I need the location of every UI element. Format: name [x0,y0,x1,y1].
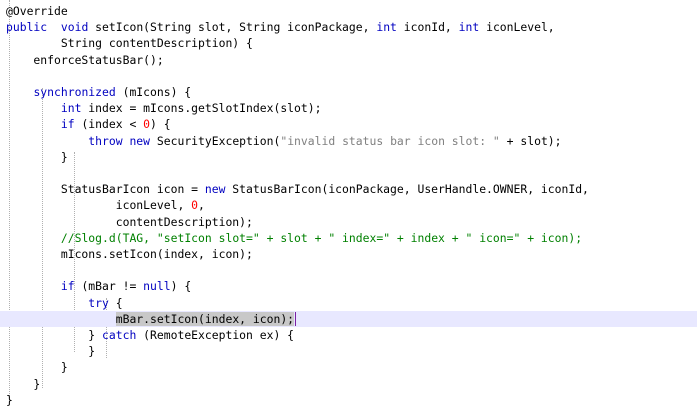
selected-code-token: mBar.setIcon(index, icon); [115,311,295,326]
code-line[interactable]: if (index < 0) { [0,116,697,132]
code-token: //Slog.d(TAG, "setIcon slot=" + slot + "… [60,230,583,245]
code-token: } [6,376,41,391]
code-token: int [376,20,397,35]
code-line[interactable]: @Override [0,3,697,19]
code-token: new [204,182,226,197]
code-token: mIcons.setIcon(index, icon); [6,247,253,261]
text-caret [295,312,297,327]
code-token: StatusBarIcon icon = [6,182,205,197]
code-token: enforceStatusBar(); [6,52,164,67]
code-token: String contentDescription) { [6,36,253,51]
code-token: int [60,101,82,116]
code-line[interactable]: public void setIcon(String slot, String … [0,19,697,35]
code-token: { [108,295,123,310]
code-token: + slot); [499,133,562,148]
code-line[interactable]: try { [0,295,697,311]
code-line[interactable]: mBar.setIcon(index, icon); [0,310,697,327]
code-token: , [198,198,205,213]
code-token: void [60,20,89,35]
code-line[interactable]: throw new SecurityException("invalid sta… [0,133,697,149]
code-token: ) { [170,279,192,294]
code-line[interactable]: int index = mIcons.getSlotIndex(slot); [0,100,697,116]
code-token: synchronized [33,85,116,99]
code-token: iconId, [396,20,459,35]
code-token: @Override [6,4,68,18]
code-token: (mIcons) { [115,85,192,99]
code-line[interactable]: String contentDescription) { [0,35,697,51]
code-token: if [60,117,75,132]
code-token: "invalid status bar icon slot: " [280,133,500,148]
code-line[interactable] [0,68,697,84]
code-token: catch [102,328,137,342]
code-token: (mBar != [74,279,144,294]
code-line[interactable]: } [0,149,697,165]
code-line[interactable]: contentDescription); [0,214,697,230]
code-token: index = mIcons.getSlotIndex(slot); [81,101,322,116]
code-token: (RemoteException ex) { [136,328,295,342]
code-token: if [60,279,75,294]
code-token: (index < [74,117,144,132]
code-token: SecurityException( [150,133,281,148]
code-token: } [6,149,68,164]
code-token: setIcon(String slot, String iconPackage, [88,20,377,35]
code-token: iconLevel, [479,20,555,35]
code-token: throw [88,133,123,148]
code-line[interactable]: } catch (RemoteException ex) { [0,327,697,343]
code-line[interactable]: } [0,376,697,392]
code-token: } [6,344,96,359]
code-line[interactable]: } [0,343,697,359]
code-line[interactable]: enforceStatusBar(); [0,52,697,68]
code-token: int [458,20,480,35]
code-line[interactable]: StatusBarIcon icon = new StatusBarIcon(i… [0,181,697,197]
code-token: null [143,279,171,294]
code-token: public [6,20,48,35]
code-token: contentDescription); [6,214,253,229]
code-line[interactable] [0,165,697,181]
code-token: StatusBarIcon(iconPackage, UserHandle.OW… [225,182,589,197]
code-token: ) { [150,117,171,132]
code-token: new [129,133,151,148]
code-token: } [6,328,103,342]
code-line[interactable]: //Slog.d(TAG, "setIcon slot=" + slot + "… [0,230,697,246]
code-token: } [6,392,13,407]
code-line[interactable]: synchronized (mIcons) { [0,84,697,100]
code-editor[interactable]: @Override public void setIcon(String slot… [0,0,697,407]
code-token: iconLevel, [6,198,192,213]
code-token: 0 [191,198,199,213]
code-line[interactable]: mIcons.setIcon(index, icon); [0,246,697,262]
code-token: try [88,295,109,310]
code-line[interactable]: iconLevel, 0, [0,197,697,213]
code-line[interactable]: } [0,359,697,375]
code-token: } [6,360,68,375]
code-line[interactable] [0,262,697,278]
code-token: 0 [143,117,151,132]
code-line[interactable]: if (mBar != null) { [0,278,697,294]
